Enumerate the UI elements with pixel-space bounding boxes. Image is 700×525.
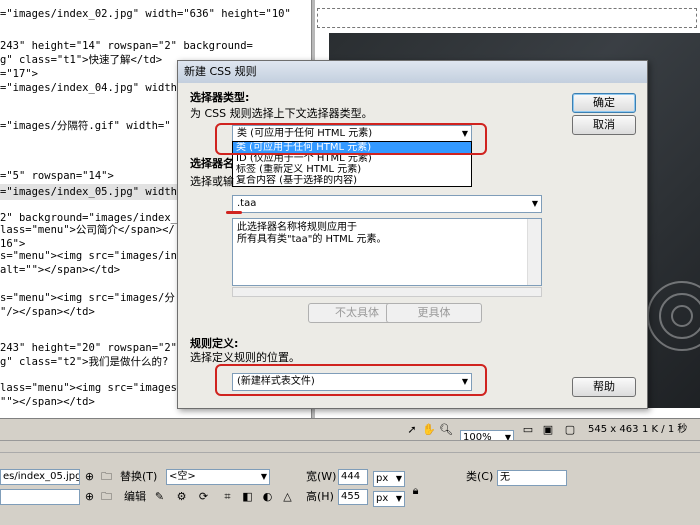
panel-divider <box>0 440 700 452</box>
dropdown-option-compound[interactable]: 复合内容 (基于选择的内容) <box>233 175 471 186</box>
hand-tool-icon[interactable]: ✋ <box>421 422 437 438</box>
code-line[interactable]: ="images/分隔符.gif" width=" <box>0 118 171 134</box>
resample-icon[interactable]: ◧ <box>240 489 255 504</box>
zoom-tool-icon[interactable]: 🔍︎ <box>438 422 454 438</box>
height-unit-select[interactable]: px ▼ <box>373 491 405 507</box>
code-line[interactable]: g" class="t2">我们是做什么的? <box>0 354 168 370</box>
rule-definition-heading: 规则定义: <box>190 337 239 350</box>
chevron-down-icon: ▼ <box>260 472 267 481</box>
edit-label: 编辑 <box>124 490 146 503</box>
select-tool-icon[interactable]: ➚ <box>404 422 420 438</box>
window-size-icon[interactable]: ▭ <box>520 422 536 438</box>
width-label: 宽(W) <box>306 470 337 483</box>
edit-pencil-icon[interactable]: ✎ <box>152 489 167 504</box>
code-line[interactable]: ="images/index_04.jpg" width4 <box>0 80 183 96</box>
ok-button[interactable]: 确定 <box>572 93 636 113</box>
underline-annotation <box>226 211 242 214</box>
class-select[interactable]: 无 <box>497 470 567 486</box>
code-line[interactable]: alt=""></span></td> <box>0 262 120 278</box>
ring-decoration <box>671 305 693 327</box>
help-button[interactable]: 帮助 <box>572 377 636 397</box>
class-label: 类(C) <box>466 470 494 483</box>
code-line[interactable]: ="5" rowspan="14"> <box>0 168 114 184</box>
height-unit: px <box>376 493 389 504</box>
window-size: 545 x 463 <box>588 424 639 435</box>
horizontal-scrollbar[interactable] <box>232 287 542 297</box>
width-unit-select[interactable]: px ▼ <box>373 471 405 487</box>
properties-panel: es/index_05.jpg ⊕ 🗀 替换(T) <空> ▼ 宽(W) 444 … <box>0 452 700 525</box>
lock-icon[interactable]: 🔒︎ <box>408 483 423 498</box>
point-to-file-icon[interactable]: ⊕ <box>82 489 97 504</box>
folder-icon[interactable]: 🗀 <box>99 469 114 484</box>
folder-icon[interactable]: 🗀 <box>99 489 114 504</box>
selector-name-input[interactable]: .taa ▼ <box>232 195 542 213</box>
replace-select[interactable]: <空> ▼ <box>166 469 270 485</box>
optimize-icon[interactable]: ⚙ <box>174 489 189 504</box>
brightness-icon[interactable]: ◐ <box>260 489 275 504</box>
table-outline <box>317 8 697 28</box>
height-field[interactable]: 455 <box>338 489 368 505</box>
new-css-rule-dialog: 新建 CSS 规则 选择器类型: 为 CSS 规则选择上下文选择器类型。 类 (… <box>177 60 648 409</box>
selector-description: 此选择器名称将规则应用于 所有具有类"taa"的 HTML 元素。 <box>232 218 542 286</box>
update-icon[interactable]: ⟳ <box>196 489 211 504</box>
height-label: 高(H) <box>306 490 334 503</box>
description-line-2: 所有具有类"taa"的 HTML 元素。 <box>237 234 387 245</box>
selector-name-heading: 选择器名 <box>190 157 234 170</box>
code-line[interactable]: lass="menu">公司简介</span></ <box>0 222 175 238</box>
selector-type-heading: 选择器类型: <box>190 91 250 104</box>
crop-icon[interactable]: ⌗ <box>220 489 235 504</box>
chevron-down-icon: ▼ <box>531 199 538 208</box>
link-field[interactable] <box>0 489 80 505</box>
class-value: 无 <box>500 472 510 483</box>
src-field[interactable]: es/index_05.jpg <box>0 469 80 485</box>
code-line[interactable]: ""></span></td> <box>0 394 95 410</box>
code-line[interactable]: "/></span></td> <box>0 304 95 320</box>
rule-definition-desc: 选择定义规则的位置。 <box>190 351 300 364</box>
width-unit: px <box>376 473 389 484</box>
selector-type-desc: 为 CSS 规则选择上下文选择器类型。 <box>190 107 373 120</box>
scrollbar[interactable] <box>527 219 541 285</box>
chevron-down-icon: ▼ <box>395 474 402 483</box>
dialog-title: 新建 CSS 规则 <box>178 61 647 83</box>
screen-icon[interactable]: ▢ <box>562 422 578 438</box>
more-specific-button[interactable]: 更具体 <box>386 303 482 323</box>
status-bar: ➚ ✋ 🔍︎ ▭ ▣ ▢ 545 x 463 1 K / 1 秒 <box>0 418 700 440</box>
selector-name-value: .taa <box>237 198 257 209</box>
width-field[interactable]: 444 <box>338 469 368 485</box>
replace-label: 替换(T) <box>120 470 158 483</box>
monitor-icon[interactable]: ▣ <box>540 422 556 438</box>
cancel-button[interactable]: 取消 <box>572 115 636 135</box>
description-line-1: 此选择器名称将规则应用于 <box>237 222 357 233</box>
highlight-annotation <box>215 123 487 155</box>
point-to-file-icon[interactable]: ⊕ <box>82 469 97 484</box>
selector-name-desc: 选择或输 <box>190 175 234 188</box>
highlight-annotation <box>215 364 487 396</box>
dropdown-option-tag[interactable]: 标签 (重新定义 HTML 元素) <box>233 164 471 175</box>
sharpen-icon[interactable]: △ <box>280 489 295 504</box>
download-speed: 1 K / 1 秒 <box>642 424 688 435</box>
chevron-down-icon: ▼ <box>395 494 402 503</box>
code-line[interactable]: ="images/index_02.jpg" width="636" heigh… <box>0 6 291 22</box>
replace-value: <空> <box>169 471 196 482</box>
